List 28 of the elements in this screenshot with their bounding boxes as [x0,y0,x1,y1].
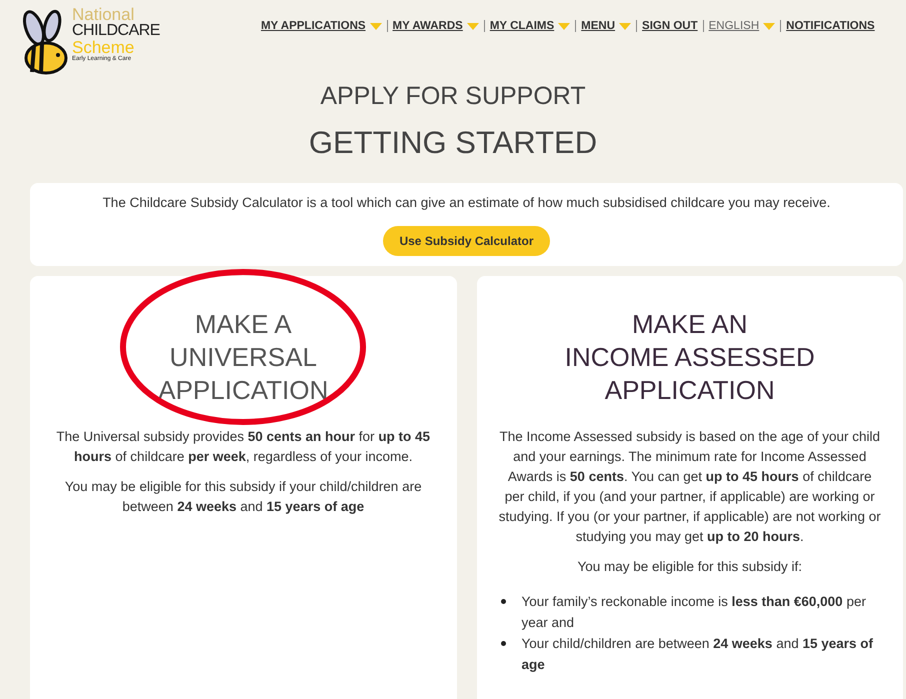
nav-link[interactable]: ENGLISH [708,20,760,32]
card-paragraph: The Income Assessed subsidy is based on the age of your child and your earnings. The minimum rate for Income Assessed Awards is 50 cents. You can get up to 45 hours of childcare per child, if you (and your partner, if applicable) are working or studying. If you (or your partner, if applicable) are not working or studying you may get up to 20 hours. [498,428,881,546]
caret-icon[interactable] [558,22,570,30]
nav-link[interactable]: MY CLAIMS [490,20,554,32]
card-paragraph: You may be eligible for this subsidy if: [576,558,804,576]
logo-text: National [72,6,134,23]
nav-link[interactable]: MY APPLICATIONS [260,20,366,32]
card-paragraph: You may be eligible for this subsidy if your child/children are between 24 weeks and 15 years of age [64,478,423,516]
bullet-text: Your child/children are between 24 weeks and 15 years of age [522,635,874,674]
caret-icon[interactable] [619,22,632,30]
bullet-icon [500,599,506,604]
nav-link[interactable]: NOTIFICATIONS [786,20,875,32]
caret-icon[interactable] [763,22,776,30]
logo-text: CHILDCARE [72,23,160,39]
page-subtitle: GETTING STARTED [308,125,598,161]
subsidy-calculator-button[interactable]: Use Subsidy Calculator [383,226,550,256]
bullet-icon [500,641,506,646]
bee-logo-icon [20,8,68,76]
calculator-description: The Childcare Subsidy Calculator is a tool which can give an estimate of how much subsidised childcare you may receive. [102,195,830,210]
card-title[interactable]: MAKE AN INCOME ASSESSED APPLICATION [564,308,815,407]
nav-link[interactable]: SIGN OUT [642,20,698,32]
nav-link[interactable]: MY AWARDS [392,20,463,32]
page-title: APPLY FOR SUPPORT [319,82,587,111]
card-paragraph: The Universal subsidy provides 50 cents an hour for up to 45 hours of childcare per week, regardless of your income. [55,428,432,466]
logo-text: Scheme [72,39,136,56]
nav-link[interactable]: MENU [581,20,616,32]
caret-icon[interactable] [370,22,382,30]
caret-icon[interactable] [466,22,479,30]
